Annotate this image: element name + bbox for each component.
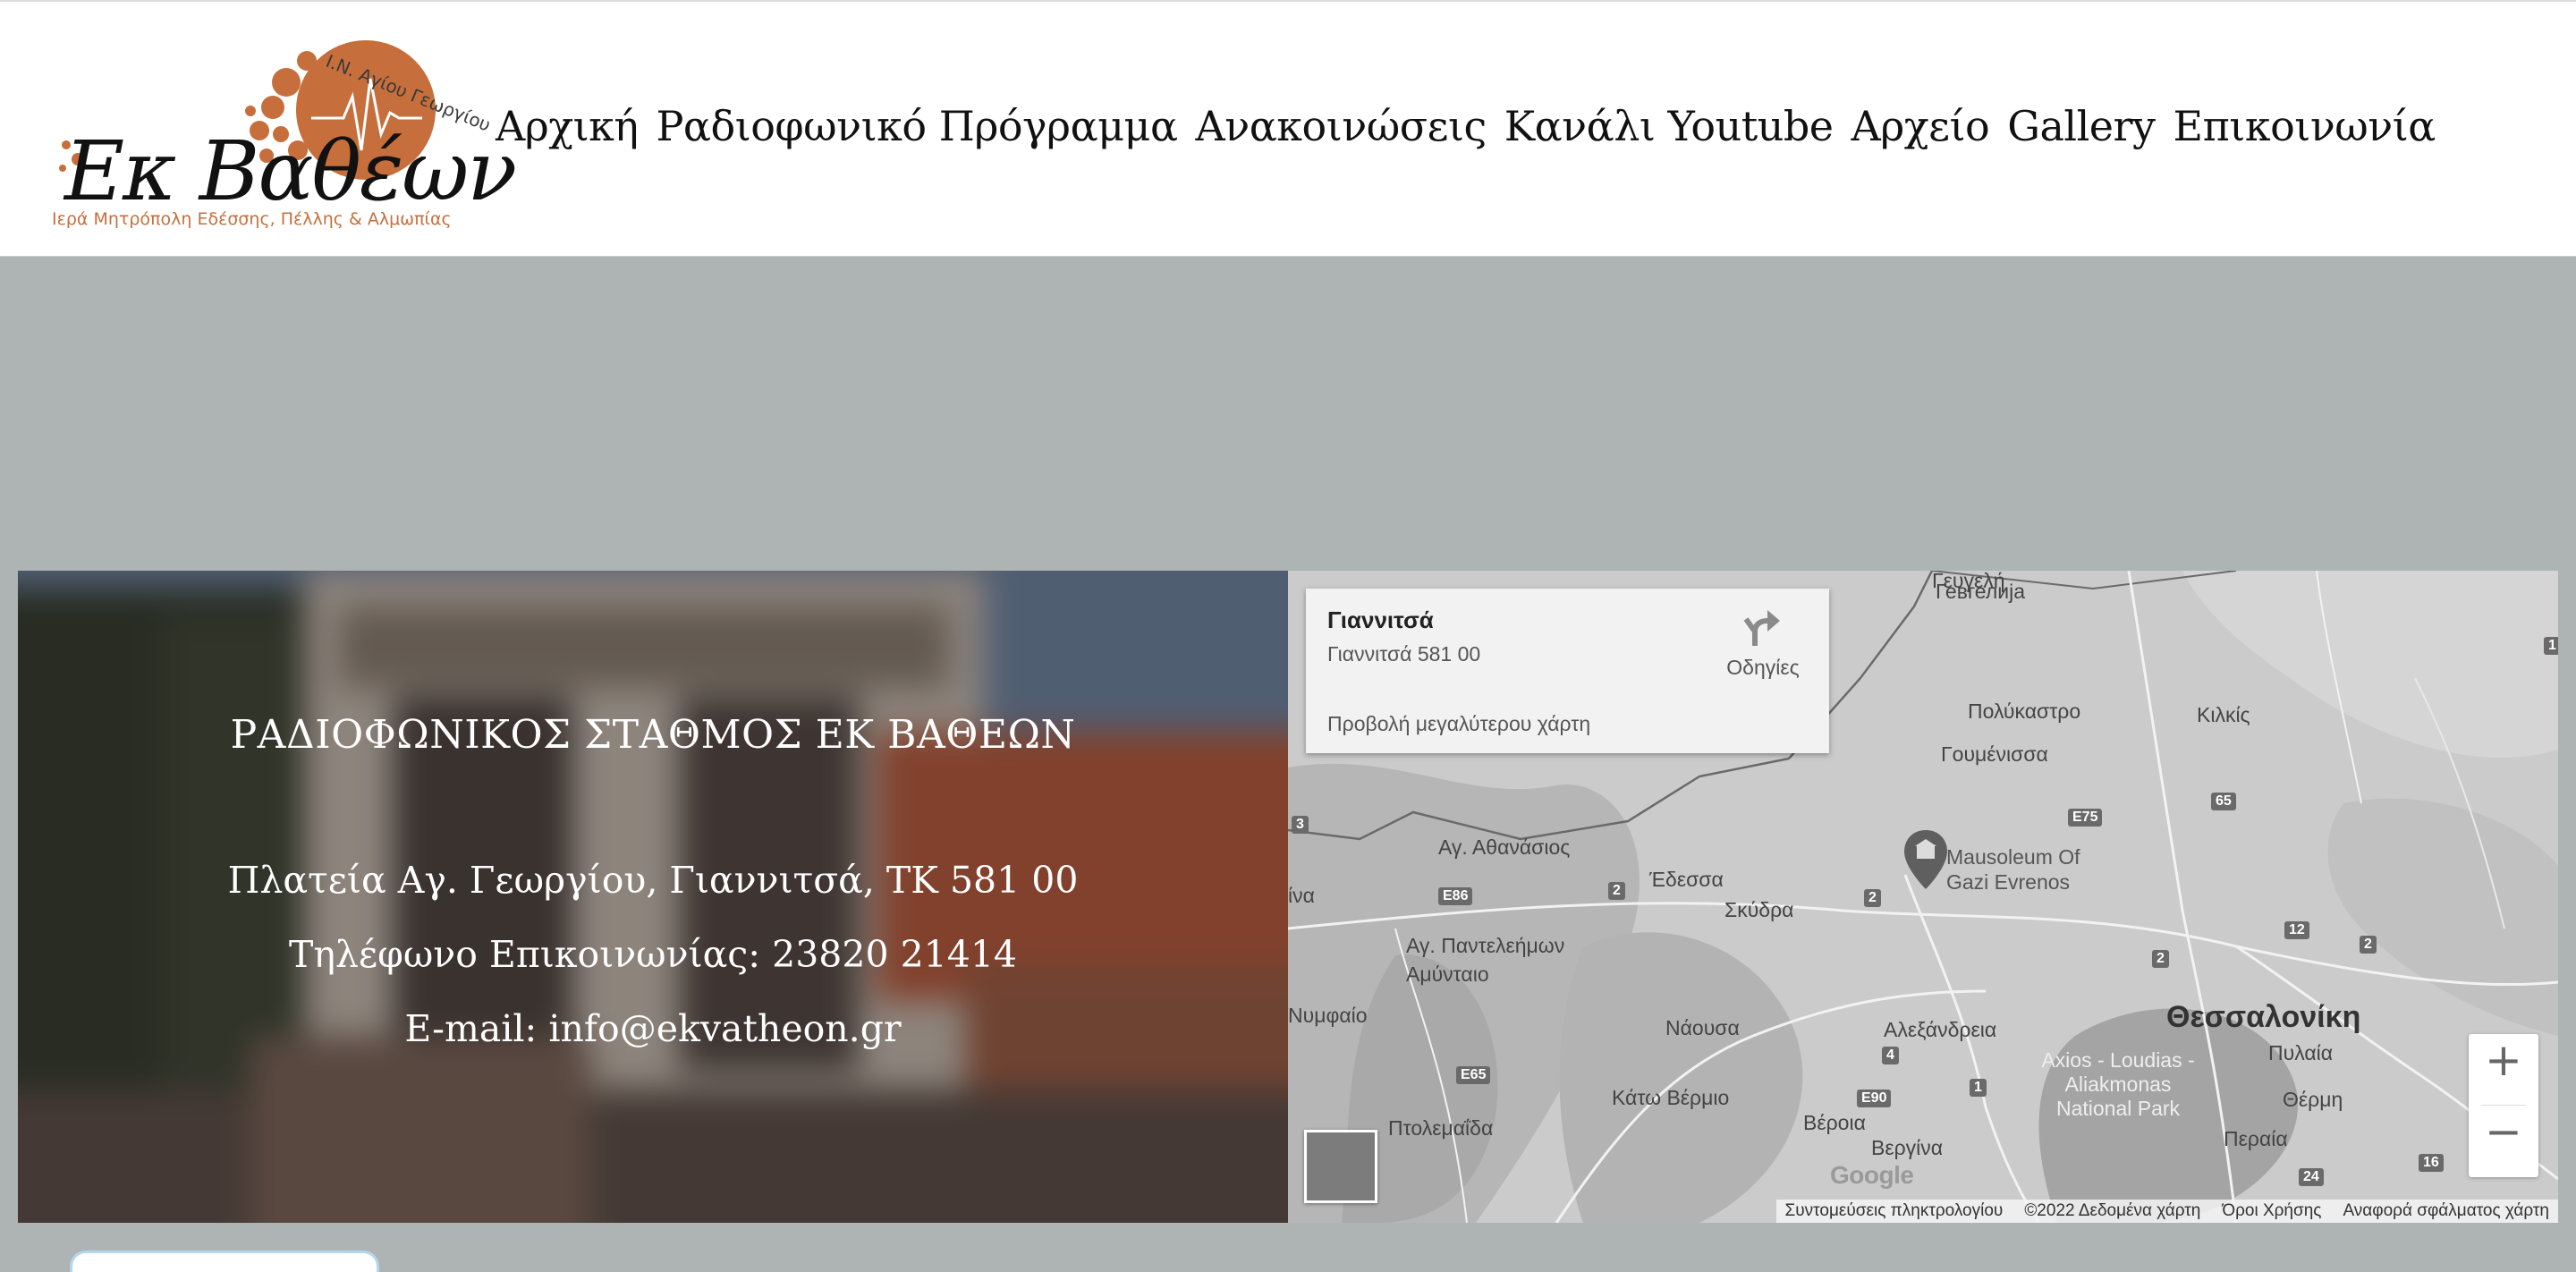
nav-youtube-channel[interactable]: Κανάλι Youtube [1504, 102, 1834, 150]
place-name: Γιαννιτσά [1327, 606, 1434, 633]
place-ptolemaida: Πτολεμαΐδα [1388, 1116, 1494, 1140]
place-ima: ίνα [1288, 884, 1315, 907]
road-badge: E86 [1438, 887, 1473, 905]
road-badge: 16 [2419, 1154, 2444, 1172]
place-kilkis: Κιλκίς [2197, 703, 2250, 726]
place-amyntaio: Αμύνταιο [1406, 962, 1489, 986]
place-skydra: Σκύδρα [1724, 898, 1794, 921]
road-badge: 65 [2211, 793, 2236, 810]
road-badge: 4 [1882, 1047, 1899, 1064]
nav-home[interactable]: Αρχική [496, 102, 639, 150]
view-larger-map-link[interactable]: Προβολή μεγαλύτερου χάρτη [1327, 712, 1590, 736]
map-marker-icon[interactable] [1901, 828, 1951, 893]
road-badge: 1 [2544, 637, 2558, 655]
site-logo[interactable]: Ι.Ν. Αγίου Γεωργίου Εκ Βαθέων Ιερά Μητρό… [47, 25, 517, 240]
place-axios-park: Axios - Loudias - Aliakmonas National Pa… [2041, 1048, 2195, 1120]
site-header: Ι.Ν. Αγίου Γεωργίου Εκ Βαθέων Ιερά Μητρό… [0, 0, 2576, 257]
station-address: Πλατεία Αγ. Γεωργίου, Γιαννιτσά, ΤΚ 581 … [227, 859, 1079, 902]
directions-icon [1743, 610, 1780, 646]
logo-sub-text: Ιερά Μητρόπολη Εδέσσης, Πέλλης & Αλμωπία… [52, 209, 452, 229]
place-naousa: Νάουσα [1665, 1016, 1740, 1039]
directions-button[interactable]: Οδηγίες [1714, 606, 1812, 680]
road-badge: 24 [2299, 1168, 2324, 1186]
zoom-divider [2481, 1105, 2526, 1106]
place-mausoleum: Mausoleum Of Gazi Evrenos [1946, 845, 2080, 894]
place-alexandreia: Αλεξάνδρεια [1884, 1018, 1997, 1041]
place-address: Γιαννιτσά 581 00 [1327, 642, 1481, 666]
road-badge: 2 [2360, 936, 2377, 954]
place-goumenissa: Γουμένισσα [1941, 742, 2048, 766]
map-attribution-bar: Συντομεύσεις πληκτρολογίου ©2022 Δεδομέν… [1775, 1200, 2558, 1223]
place-polykastro: Πολύκαστρο [1968, 700, 2081, 723]
road-badge: 12 [2284, 921, 2309, 939]
road-badge: 2 [2152, 950, 2169, 968]
nav-announcements[interactable]: Ανακοινώσεις [1196, 102, 1487, 150]
nav-gallery[interactable]: Gallery [2007, 102, 2156, 150]
zoom-in-button[interactable]: + [2469, 1034, 2538, 1106]
road-badge: 2 [1608, 882, 1625, 900]
bottom-floating-tab[interactable] [70, 1251, 379, 1272]
place-gevgelija: Гевгелија [1936, 580, 2026, 603]
place-ag-panteleimon: Αγ. Παντελεήμων [1406, 934, 1565, 957]
map-layer-toggle[interactable] [1304, 1130, 1377, 1203]
place-veroia: Βέροια [1803, 1111, 1866, 1134]
place-nymfaio: Νυμφαίο [1288, 1004, 1368, 1027]
place-thermi: Θέρμη [2283, 1088, 2343, 1111]
nav-radio-program[interactable]: Ραδιοφωνικό Πρόγραμμα [656, 102, 1178, 150]
road-badge: E65 [1456, 1066, 1491, 1084]
road-badge: 3 [1292, 816, 1309, 834]
nav-contact[interactable]: Επικοινωνία [2174, 102, 2436, 150]
keyboard-shortcuts-link[interactable]: Συντομεύσεις πληκτρολογίου [1785, 1201, 2004, 1221]
directions-label: Οδηγίες [1726, 656, 1800, 679]
contact-panel: ΡΑΔΙΟΦΩΝΙΚΟΣ ΣΤΑΘΜΟΣ ΕΚ ΒΑΘΕΩΝ Πλατεία Α… [18, 571, 1288, 1223]
place-ag-athanasios: Αγ. Αθανάσιος [1438, 835, 1571, 859]
terms-link[interactable]: Όροι Χρήσης [2222, 1201, 2321, 1221]
station-email: E-mail: info@ekvatheon.gr [404, 1007, 902, 1050]
place-pylaia: Πυλαία [2268, 1041, 2334, 1064]
station-title: ΡΑΔΙΟΦΩΝΙΚΟΣ ΣΤΑΘΜΟΣ ΕΚ ΒΑΘΕΩΝ [230, 712, 1076, 758]
google-map[interactable]: Γευγελή Гевгелија Πολύκαστρο Κιλκίς Γουμ… [1288, 571, 2558, 1223]
main-nav: Αρχική Ραδιοφωνικό Πρόγραμμα Ανακοινώσει… [496, 102, 2436, 150]
place-edessa: Έδεσσα [1649, 868, 1724, 891]
map-data-credit: ©2022 Δεδομένα χάρτη [2024, 1201, 2201, 1220]
road-badge: 1 [1970, 1079, 1987, 1097]
place-perai: Περαία [2224, 1127, 2288, 1150]
logo-main-text: Εκ Βαθέων [64, 123, 517, 219]
place-thessaloniki: Θεσσαλονίκη [2166, 1000, 2361, 1034]
station-phone: Τηλέφωνο Επικοινωνίας: 23820 21414 [289, 933, 1017, 976]
nav-archive[interactable]: Αρχείο [1852, 102, 1990, 150]
google-logo: Google [1830, 1161, 1914, 1189]
place-vergina: Βεργίνα [1871, 1136, 1944, 1159]
zoom-out-button[interactable]: − [2469, 1106, 2538, 1177]
road-badge: E90 [1857, 1090, 1892, 1107]
place-kato-vermio: Κάτω Βέρμιο [1612, 1086, 1730, 1109]
report-error-link[interactable]: Αναφορά σφάλματος χάρτη [2343, 1201, 2549, 1221]
zoom-controls: + − [2469, 1034, 2538, 1177]
road-badge: E75 [2068, 809, 2103, 827]
place-info-card: Γιαννιτσά Γιαννιτσά 581 00 Προβολή μεγαλ… [1306, 589, 1829, 753]
road-badge: 2 [1864, 889, 1881, 907]
